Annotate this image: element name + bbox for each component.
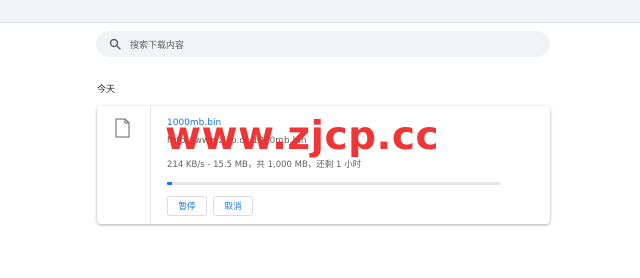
download-filename-link[interactable]: 1000mb.bin: [167, 118, 221, 128]
pause-button[interactable]: 暂停: [167, 196, 207, 216]
download-progress-fill: [167, 182, 173, 185]
search-icon: [108, 37, 122, 51]
download-card-icon-area: [97, 106, 151, 224]
section-title-today: 今天: [97, 85, 116, 95]
download-progress-bar: [167, 182, 500, 185]
search-input[interactable]: 搜索下载内容: [130, 38, 184, 51]
download-status-text: 214 KB/s - 15.5 MB，共 1,000 MB，还剩 1 小时: [167, 160, 362, 170]
download-source-url[interactable]: http://www.zjcp.cc/1000mb.bin: [167, 136, 307, 146]
cancel-button[interactable]: 取消: [213, 196, 253, 216]
file-icon: [115, 118, 130, 138]
search-box[interactable]: 搜索下载内容: [96, 31, 550, 57]
download-card: 1000mb.bin http://www.zjcp.cc/1000mb.bin…: [97, 106, 550, 224]
top-bar: [0, 0, 640, 23]
